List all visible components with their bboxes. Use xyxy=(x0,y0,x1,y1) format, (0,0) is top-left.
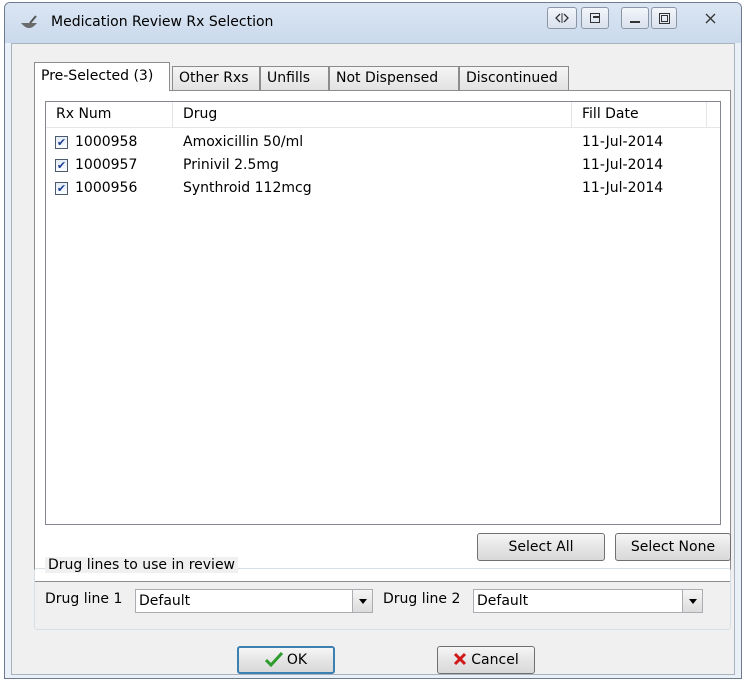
snap-icon[interactable] xyxy=(547,7,577,29)
chevron-down-icon[interactable] xyxy=(682,590,702,612)
tab-discontinued[interactable]: Discontinued xyxy=(459,66,569,90)
ok-label: OK xyxy=(286,652,308,668)
tab-pre-selected[interactable]: Pre-Selected (3) xyxy=(34,62,170,91)
checkmark-icon xyxy=(264,651,283,668)
column-header-drug[interactable]: Drug xyxy=(173,102,572,127)
cancel-label: Cancel xyxy=(471,652,519,668)
drug-line-1-value: Default xyxy=(139,593,191,609)
drug-line-1-label: Drug line 1 xyxy=(45,591,123,607)
select-all-button[interactable]: Select All xyxy=(477,533,605,561)
tab-panel-pre-selected: Rx Num Drug Fill Date ✔ 1000958 Amoxicil… xyxy=(34,90,731,582)
rx-num-cell: 1000958 xyxy=(75,134,138,150)
tab-not-dispensed[interactable]: Not Dispensed xyxy=(329,66,459,90)
minimize-icon[interactable] xyxy=(621,7,649,29)
drug-line-2-value: Default xyxy=(477,593,529,609)
dialog-window: Medication Review Rx Selection Pre-Selec… xyxy=(4,2,742,679)
drug-cell: Amoxicillin 50/ml xyxy=(183,134,304,150)
fill-date-cell: 11-Jul-2014 xyxy=(582,157,664,173)
chevron-down-icon[interactable] xyxy=(352,590,372,612)
table-row[interactable]: ✔ 1000958 Amoxicillin 50/ml 11-Jul-2014 xyxy=(46,131,720,154)
copy-window-icon[interactable] xyxy=(581,7,609,29)
rx-num-cell: 1000956 xyxy=(75,180,138,196)
close-icon[interactable] xyxy=(689,7,731,29)
ok-button[interactable]: OK xyxy=(237,646,335,674)
select-none-button[interactable]: Select None xyxy=(615,533,731,561)
tab-other-rxs[interactable]: Other Rxs xyxy=(172,66,260,90)
table-row[interactable]: ✔ 1000957 Prinivil 2.5mg 11-Jul-2014 xyxy=(46,154,720,177)
maximize-icon[interactable] xyxy=(651,7,677,29)
drug-lines-group: Drug lines to use in review Drug line 1 … xyxy=(34,557,731,630)
table-row[interactable]: ✔ 1000956 Synthroid 112mcg 11-Jul-2014 xyxy=(46,177,720,200)
cancel-button[interactable]: Cancel xyxy=(437,646,535,674)
drug-line-2-select[interactable]: Default xyxy=(473,589,703,613)
row-checkbox[interactable]: ✔ xyxy=(55,136,68,149)
drug-line-2-label: Drug line 2 xyxy=(383,591,461,607)
fill-date-cell: 11-Jul-2014 xyxy=(582,134,664,150)
x-icon xyxy=(454,652,467,666)
tab-unfills[interactable]: Unfills xyxy=(260,66,329,90)
drug-cell: Prinivil 2.5mg xyxy=(183,157,279,173)
rx-list[interactable]: Rx Num Drug Fill Date ✔ 1000958 Amoxicil… xyxy=(45,101,721,525)
column-header-fill-date[interactable]: Fill Date xyxy=(572,102,707,127)
title-bar[interactable]: Medication Review Rx Selection xyxy=(5,3,741,43)
mortar-pestle-icon xyxy=(21,15,37,28)
window-title: Medication Review Rx Selection xyxy=(51,14,274,30)
group-title: Drug lines to use in review xyxy=(45,557,239,573)
rx-num-cell: 1000957 xyxy=(75,157,138,173)
row-checkbox[interactable]: ✔ xyxy=(55,159,68,172)
column-header-rx-num[interactable]: Rx Num xyxy=(46,102,173,127)
fill-date-cell: 11-Jul-2014 xyxy=(582,180,664,196)
drug-cell: Synthroid 112mcg xyxy=(183,180,312,196)
drug-line-1-select[interactable]: Default xyxy=(135,589,373,613)
row-checkbox[interactable]: ✔ xyxy=(55,182,68,195)
list-header: Rx Num Drug Fill Date xyxy=(46,102,720,128)
dialog-content: Pre-Selected (3) Other Rxs Unfills Not D… xyxy=(11,43,735,675)
